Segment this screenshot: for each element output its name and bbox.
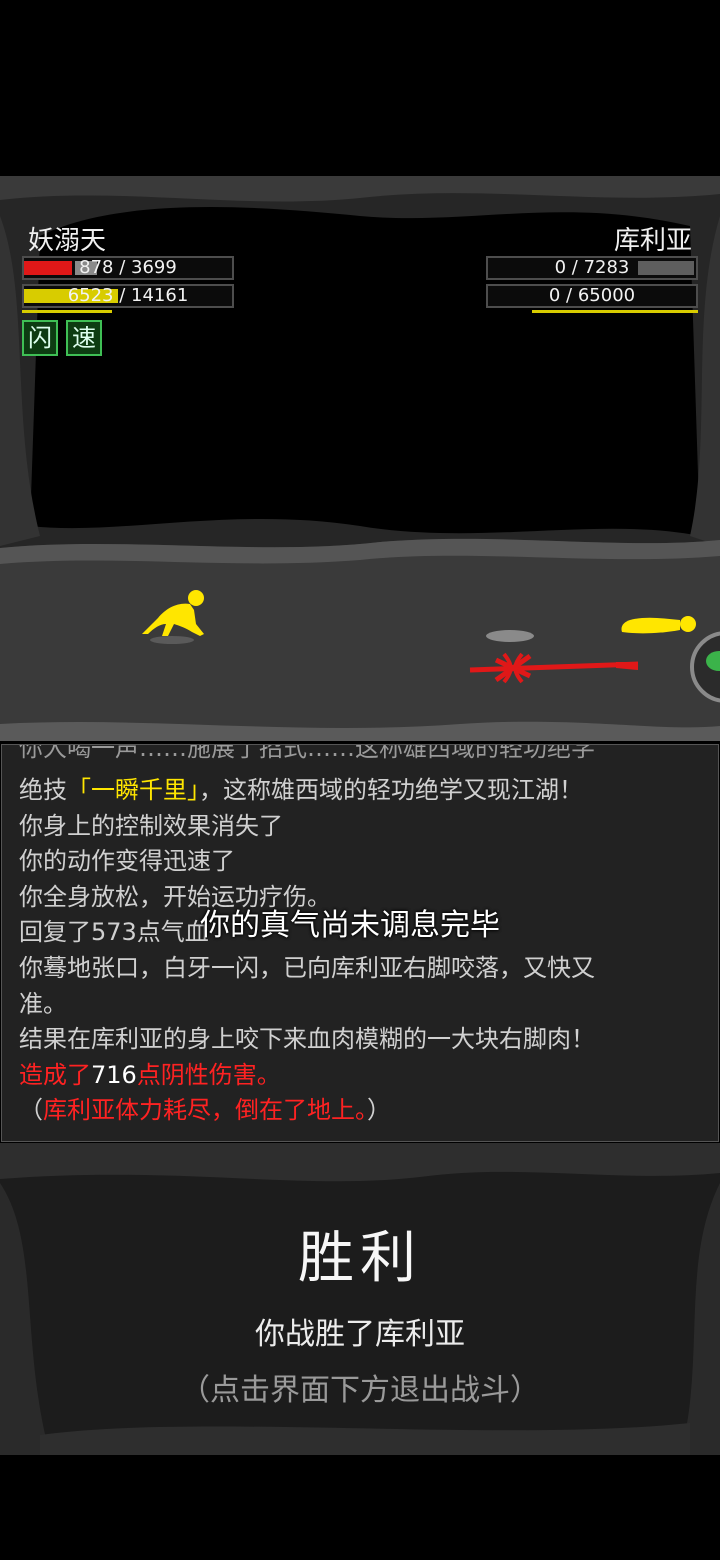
log-line: 绝技「一瞬千里」，这称雄西域的轻功绝学又现江湖！ [19, 773, 704, 807]
log-text-part: 「一瞬千里」 [67, 776, 199, 804]
log-line: 你蓦地张口，白牙一闪，已向库利亚右脚咬落，又快又 [19, 951, 704, 985]
player-charge-line [22, 310, 112, 313]
player-hp-bar: 878 / 3699 [22, 256, 234, 280]
victory-title: 胜利 [298, 1226, 422, 1291]
player-qi-text: 6523 / 14161 [67, 285, 189, 306]
log-partial-line: 你大喝一声……施展了招式……这称雄西域的轻功绝学 [19, 744, 595, 762]
enemy-charge-line [532, 310, 698, 313]
log-text-part: 716 [91, 1060, 137, 1089]
log-text-part: （ [19, 1096, 43, 1125]
player-hp-text: 878 / 3699 [79, 257, 177, 278]
spear-item [469, 630, 639, 684]
log-text-part: 你蓦地张口，白牙一闪，已向库利亚右脚咬落，又快又 [19, 954, 595, 982]
log-text-part: 库利亚体力耗尽，倒在了地上。 [43, 1096, 367, 1125]
enemy-name: 库利亚 [613, 226, 692, 256]
enemy-hp-bar: 0 / 7283 [486, 256, 698, 280]
battle-scene: 妖溺天 878 / 3699 6523 / 14161 闪 速 库利亚 0 / … [0, 176, 720, 741]
log-text-part: 回复了573点气血 [19, 918, 209, 947]
log-line: 造成了716点阴性伤害。 [19, 1058, 704, 1092]
player-name: 妖溺天 [28, 226, 107, 256]
log-text-part: 点阴性伤害。 [136, 1060, 281, 1089]
log-text-part: 绝技 [19, 776, 67, 804]
log-text-part: 你的动作变得迅速了 [19, 847, 235, 876]
log-line: 结果在库利亚的身上咬下来血肉模糊的一大块右脚肉！ [19, 1022, 704, 1056]
victory-subtitle: 你战胜了库利亚 [255, 1317, 465, 1352]
log-text-part: ，这称雄西域的轻功绝学又现江湖！ [199, 776, 583, 804]
log-line: （库利亚体力耗尽，倒在了地上。） [19, 1093, 704, 1127]
status-dodge-icon[interactable]: 闪 [22, 320, 58, 356]
player-sprite [142, 590, 204, 644]
status-speed-icon[interactable]: 速 [66, 320, 102, 356]
log-text-part: ） [367, 1096, 391, 1125]
log-text-part: 你身上的控制效果消失了 [19, 811, 283, 840]
enemy-hp-text: 0 / 7283 [554, 257, 630, 278]
log-line: 你的动作变得迅速了 [19, 844, 704, 878]
player-qi-bar: 6523 / 14161 [22, 284, 234, 308]
victory-panel[interactable]: 胜利 你战胜了库利亚 （点击界面下方退出战斗） [0, 1143, 720, 1455]
log-line: 你身上的控制效果消失了 [19, 809, 704, 843]
qi-not-ready-toast: 你的真气尚未调息完毕 [200, 908, 500, 943]
enemy-qi-bar: 0 / 65000 [486, 284, 698, 308]
log-line: 准。 [19, 987, 704, 1021]
top-black-area [0, 0, 720, 176]
log-text-part: 结果在库利亚的身上咬下来血肉模糊的一大块右脚肉！ [19, 1025, 595, 1054]
enemy-qi-text: 0 / 65000 [548, 285, 636, 306]
log-text-part: 造成了 [19, 1060, 91, 1089]
log-text-part: 准。 [19, 989, 67, 1018]
chat-icon [706, 651, 720, 671]
exit-battle-hint[interactable]: （点击界面下方退出战斗） [0, 1365, 720, 1409]
bottom-black-area[interactable] [0, 1455, 720, 1560]
